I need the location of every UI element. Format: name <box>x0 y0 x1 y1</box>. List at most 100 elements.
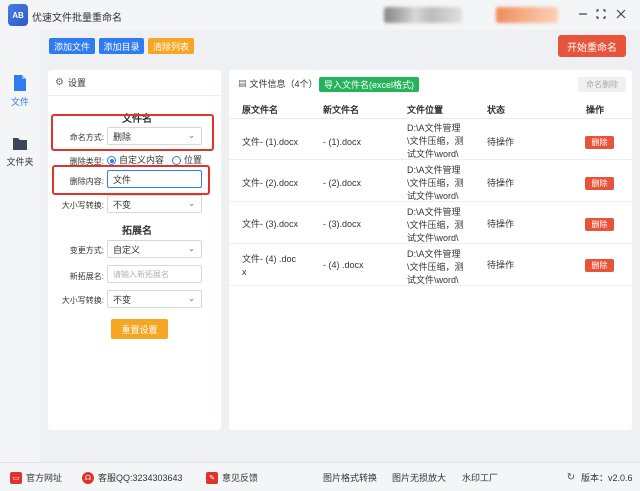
location-line-2: \文件压缩，测 <box>407 178 464 188</box>
feedback-link[interactable]: ✎ 意见反馈 <box>206 471 258 484</box>
delete-row-button[interactable]: 删除 <box>585 218 614 231</box>
file-count: （4个） <box>285 78 318 89</box>
radio-position[interactable] <box>172 156 181 165</box>
delete-row-button[interactable]: 删除 <box>585 259 614 272</box>
minimize-icon[interactable] <box>574 5 592 23</box>
extension-case-select[interactable]: 不变 ⌄ <box>107 290 202 308</box>
status: 待操作 <box>487 260 515 270</box>
extension-case-label: 大小写转换: <box>61 296 104 305</box>
change-mode-value: 自定义 <box>113 244 141 255</box>
start-rename-button[interactable]: 开始重命名 <box>558 35 626 57</box>
clear-list-button[interactable]: 清除列表 <box>148 38 194 54</box>
image-lossless-upscale-link[interactable]: 图片无损放大 <box>392 471 446 484</box>
table-row: 文件- (3).docx - (3).docx D:\A文件管理 \文件压缩，测… <box>229 203 632 244</box>
refresh-icon: ↻ <box>566 472 576 483</box>
chevron-down-icon: ⌄ <box>188 244 195 253</box>
location-line-3: 试文件\word\ <box>407 191 459 201</box>
naming-mode-label: 命名方式: <box>69 133 104 142</box>
case-label: 大小写转换: <box>61 201 104 210</box>
user-info-blurred[interactable] <box>384 7 462 23</box>
add-file-button[interactable]: 添加文件 <box>49 38 95 54</box>
naming-mode-select[interactable]: 删除 ⌄ <box>107 127 202 145</box>
new-name: - (3).docx <box>323 219 362 229</box>
extension-case-value: 不变 <box>113 294 132 305</box>
delete-content-input[interactable]: 文件 <box>107 170 202 188</box>
feedback-label: 意见反馈 <box>222 473 259 483</box>
feedback-icon: ✎ <box>206 471 218 484</box>
naming-mode-value: 删除 <box>113 131 132 142</box>
reset-settings-button[interactable]: 重置设置 <box>111 319 168 339</box>
original-name: 文件- (3).docx <box>242 219 299 229</box>
location-line-3: 试文件\word\ <box>407 275 459 285</box>
app-logo: AB <box>8 4 28 26</box>
new-name: - (2).docx <box>323 178 362 188</box>
column-header-new: 新文件名 <box>323 105 360 115</box>
new-name: - (4) .docx <box>323 260 364 270</box>
column-header-location: 文件位置 <box>407 105 444 115</box>
radio-custom-content[interactable] <box>107 156 116 165</box>
website-icon: ▭ <box>10 471 22 484</box>
headset-icon: ☊ <box>82 471 94 484</box>
version-info: ↻ 版本： v2.0.6 <box>565 471 633 484</box>
location-line-3: 试文件\word\ <box>407 149 459 159</box>
location-line-1: D:\A文件管理 <box>407 165 461 175</box>
table-row: 文件- (1).docx - (1).docx D:\A文件管理 \文件压缩，测… <box>229 119 632 160</box>
original-name: 文件- (2).docx <box>242 178 299 188</box>
app-title: 优速文件批量重命名 <box>32 13 122 24</box>
location-line-1: D:\A文件管理 <box>407 123 461 133</box>
delete-row-button[interactable]: 删除 <box>585 177 614 190</box>
customer-service-qq-link[interactable]: ☊ 客服QQ:3234303643 <box>82 471 183 484</box>
status: 待操作 <box>487 219 515 229</box>
footer: ▭ 官方网址 ☊ 客服QQ:3234303643 ✎ 意见反馈 图片格式转换 图… <box>0 462 640 491</box>
table-row: 文件- (2).docx - (2).docx D:\A文件管理 \文件压缩，测… <box>229 161 632 202</box>
location-line-1: D:\A文件管理 <box>407 207 461 217</box>
folder-icon <box>13 138 27 150</box>
delete-rename-button[interactable]: 命名删除 <box>578 77 626 92</box>
file-list-panel: ▤ 文件信息 （4个） 导入文件名(excel格式) 命名删除 原文件名 新文件… <box>229 70 632 430</box>
title-bar: AB 优速文件批量重命名 <box>0 0 640 30</box>
extension-section-title: 拓展名 <box>122 226 152 237</box>
customer-service-qq-label: 客服QQ:3234303643 <box>98 473 183 483</box>
new-name: - (1).docx <box>323 137 362 147</box>
table-row: 文件- (4) .doc x - (4) .docx D:\A文件管理 \文件压… <box>229 245 632 286</box>
settings-panel: ⚙ 设置 文件名 命名方式: 删除 ⌄ 删除类型: 自定义内容 位置 删除内容:… <box>48 70 221 430</box>
settings-title: 设置 <box>67 78 86 88</box>
close-icon[interactable] <box>612 5 630 23</box>
document-icon: ▤ <box>238 77 247 88</box>
add-directory-button[interactable]: 添加目录 <box>99 38 144 54</box>
sidebar-item-label: 文件夹 <box>6 157 34 167</box>
version-label: 版本： <box>581 473 609 483</box>
file-info-title: 文件信息 <box>249 78 286 89</box>
maximize-icon[interactable] <box>592 5 610 23</box>
official-website-label: 官方网址 <box>26 473 63 483</box>
delete-row-button[interactable]: 删除 <box>585 136 614 149</box>
sidebar-item-file[interactable]: 文件 <box>0 70 40 112</box>
chevron-down-icon: ⌄ <box>188 131 195 140</box>
sidebar: 文件 文件夹 <box>0 30 40 462</box>
watermark-factory-link[interactable]: 水印工厂 <box>462 471 498 484</box>
file-info-header: ▤ 文件信息 （4个） <box>229 70 632 96</box>
image-format-convert-link[interactable]: 图片格式转换 <box>323 471 377 484</box>
version-value: v2.0.6 <box>608 472 633 483</box>
sidebar-item-folder[interactable]: 文件夹 <box>0 130 40 172</box>
location-line-3: 试文件\word\ <box>407 233 459 243</box>
new-extension-label: 新拓展名: <box>69 272 104 281</box>
location-line-2: \文件压缩，测 <box>407 220 464 230</box>
location-line-1: D:\A文件管理 <box>407 249 461 259</box>
import-excel-button[interactable]: 导入文件名(excel格式) <box>319 77 419 92</box>
delete-content-label: 删除内容: <box>69 177 104 186</box>
official-website-link[interactable]: ▭ 官方网址 <box>10 471 62 484</box>
case-value: 不变 <box>113 199 132 210</box>
location-line-2: \文件压缩，测 <box>407 262 464 272</box>
gear-icon: ⚙ <box>55 77 64 88</box>
status: 待操作 <box>487 137 515 147</box>
chevron-down-icon: ⌄ <box>188 199 195 208</box>
original-name-line-1: 文件- (4) .doc <box>242 254 297 264</box>
column-header-original: 原文件名 <box>242 105 279 115</box>
vip-badge-blurred[interactable] <box>496 7 558 23</box>
case-select[interactable]: 不变 ⌄ <box>107 195 202 213</box>
chevron-down-icon: ⌄ <box>188 294 195 303</box>
original-name-line-2: x <box>242 267 247 277</box>
change-mode-select[interactable]: 自定义 ⌄ <box>107 240 202 258</box>
new-extension-input[interactable]: 请输入新拓展名 <box>107 265 202 283</box>
